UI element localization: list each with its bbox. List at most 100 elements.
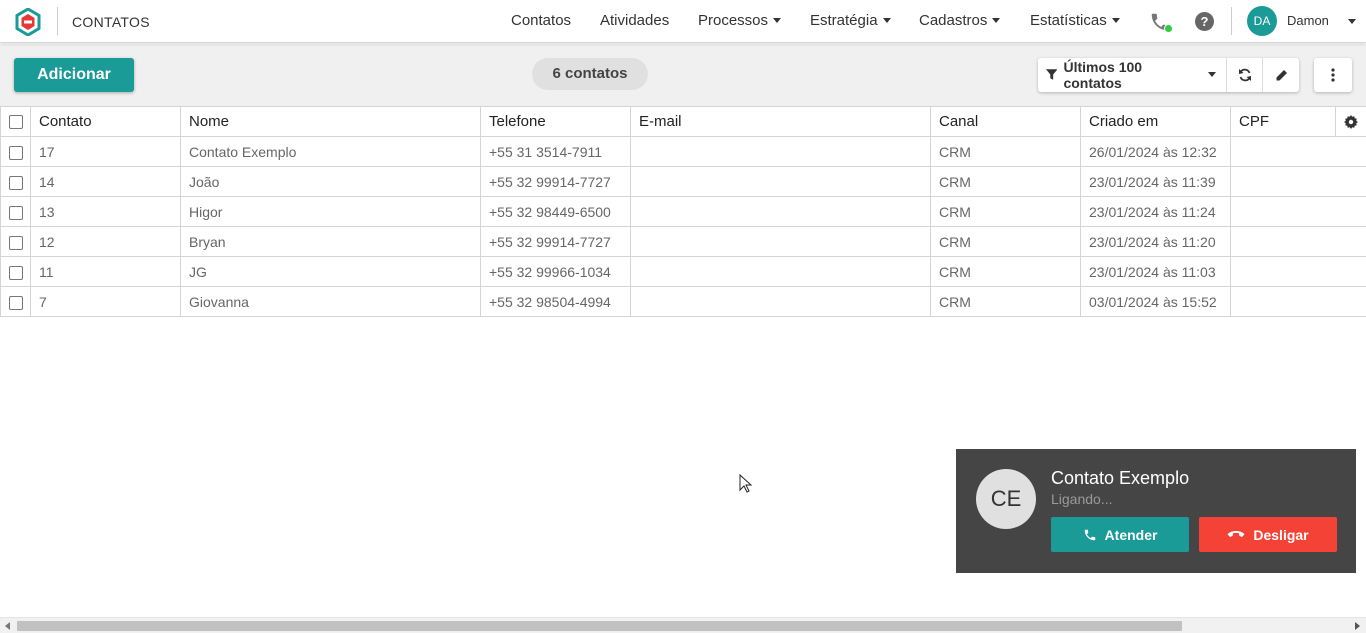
menu-estrategia-label: Estratégia — [810, 12, 878, 29]
hangup-phone-icon — [1228, 530, 1245, 537]
app-logo-icon[interactable] — [14, 8, 42, 36]
caret-down-icon — [773, 17, 782, 23]
add-contact-button[interactable]: Adicionar — [14, 58, 134, 92]
cell-cpf — [1230, 166, 1366, 197]
table-row[interactable]: 12 Bryan +55 32 99914-7727 CRM 23/01/202… — [0, 226, 1366, 257]
cell-contato: 17 — [30, 136, 181, 167]
menu-contatos[interactable]: Contatos — [511, 12, 571, 29]
cell-canal: CRM — [930, 286, 1081, 317]
column-header-cpf[interactable]: CPF — [1230, 106, 1336, 137]
cell-cpf — [1230, 136, 1366, 167]
call-status: Ligando... — [1051, 491, 1113, 507]
cell-contato: 14 — [30, 166, 181, 197]
row-checkbox-cell[interactable] — [0, 226, 31, 257]
cell-contato: 7 — [30, 286, 181, 317]
cell-contato: 13 — [30, 196, 181, 227]
scroll-right-arrow-icon[interactable] — [1355, 622, 1360, 630]
cell-canal: CRM — [930, 256, 1081, 287]
scroll-left-arrow-icon[interactable] — [5, 622, 10, 630]
row-checkbox[interactable] — [8, 265, 23, 280]
gear-icon[interactable] — [1344, 115, 1358, 130]
cell-nome: JG — [180, 256, 481, 287]
cell-canal: CRM — [930, 226, 1081, 257]
table-row[interactable]: 11 JG +55 32 99966-1034 CRM 23/01/2024 à… — [0, 256, 1366, 287]
filter-label: Últimos 100 contatos — [1063, 59, 1143, 91]
row-checkbox-cell[interactable] — [0, 256, 31, 287]
cell-contato: 12 — [30, 226, 181, 257]
filter-button-group: Últimos 100 contatos — [1038, 58, 1299, 92]
cell-email — [630, 256, 931, 287]
edit-button[interactable] — [1263, 58, 1299, 92]
row-checkbox-cell[interactable] — [0, 166, 31, 197]
menu-processos[interactable]: Processos — [698, 12, 782, 29]
menu-cadastros[interactable]: Cadastros — [919, 12, 1001, 29]
cell-nome: Contato Exemplo — [180, 136, 481, 167]
column-header-contato[interactable]: Contato — [30, 106, 181, 137]
toolbar: Adicionar 6 contatos Últimos 100 contato… — [0, 44, 1366, 106]
filter-icon — [1046, 69, 1058, 80]
hangup-call-label: Desligar — [1253, 526, 1309, 543]
select-all-checkbox[interactable] — [8, 115, 23, 130]
cell-telefone: +55 31 3514-7911 — [480, 136, 631, 167]
table-row[interactable]: 13 Higor +55 32 98449-6500 CRM 23/01/202… — [0, 196, 1366, 227]
cell-telefone: +55 32 99914-7727 — [480, 226, 631, 257]
cell-email — [630, 136, 931, 167]
table-row[interactable]: 7 Giovanna +55 32 98504-4994 CRM 03/01/2… — [0, 286, 1366, 317]
column-header-nome[interactable]: Nome — [180, 106, 481, 137]
refresh-button[interactable] — [1227, 58, 1263, 92]
answer-call-button[interactable]: Atender — [1051, 517, 1189, 552]
menu-estatisticas[interactable]: Estatísticas — [1030, 12, 1120, 29]
hangup-call-button[interactable]: Desligar — [1199, 517, 1337, 552]
menu-atividades-label: Atividades — [600, 12, 670, 29]
user-avatar[interactable]: DA — [1247, 6, 1277, 36]
caret-down-icon — [992, 17, 1001, 23]
column-settings-cell[interactable] — [1335, 106, 1366, 137]
more-options-button[interactable] — [1314, 58, 1352, 92]
cell-criado-em: 23/01/2024 às 11:39 — [1080, 166, 1231, 197]
menu-cadastros-label: Cadastros — [919, 12, 988, 29]
user-menu-caret-icon[interactable] — [1348, 19, 1356, 24]
row-checkbox-cell[interactable] — [0, 196, 31, 227]
cell-email — [630, 226, 931, 257]
answer-call-label: Atender — [1104, 526, 1158, 543]
row-checkbox[interactable] — [8, 175, 23, 190]
contact-count-badge: 6 contatos — [532, 58, 648, 90]
caret-down-icon — [1208, 71, 1216, 77]
cell-nome: Giovanna — [180, 286, 481, 317]
column-header-telefone[interactable]: Telefone — [480, 106, 631, 137]
column-header-canal[interactable]: Canal — [930, 106, 1081, 137]
cell-criado-em: 23/01/2024 às 11:24 — [1080, 196, 1231, 227]
row-checkbox-cell[interactable] — [0, 286, 31, 317]
cell-email — [630, 166, 931, 197]
caret-down-icon — [1111, 17, 1120, 23]
table-row[interactable]: 14 João +55 32 99914-7727 CRM 23/01/2024… — [0, 166, 1366, 197]
cell-canal: CRM — [930, 196, 1081, 227]
row-checkbox[interactable] — [8, 205, 23, 220]
menu-estatisticas-label: Estatísticas — [1030, 12, 1107, 29]
column-header-criado-em[interactable]: Criado em — [1080, 106, 1231, 137]
page-title: CONTATOS — [72, 14, 150, 30]
row-checkbox[interactable] — [8, 235, 23, 250]
horizontal-scrollbar[interactable] — [0, 617, 1366, 633]
help-icon[interactable]: ? — [1195, 12, 1214, 31]
table-row[interactable]: 17 Contato Exemplo +55 31 3514-7911 CRM … — [0, 136, 1366, 167]
filter-dropdown[interactable]: Últimos 100 contatos — [1038, 58, 1227, 92]
row-checkbox-cell[interactable] — [0, 136, 31, 167]
online-status-dot — [1164, 24, 1173, 33]
row-checkbox[interactable] — [8, 295, 23, 310]
cell-cpf — [1230, 256, 1366, 287]
scrollbar-thumb[interactable] — [17, 621, 1182, 631]
row-checkbox[interactable] — [8, 145, 23, 160]
menu-atividades[interactable]: Atividades — [600, 12, 669, 29]
user-name[interactable]: Damon — [1287, 13, 1329, 28]
cell-criado-em: 03/01/2024 às 15:52 — [1080, 286, 1231, 317]
cell-email — [630, 196, 931, 227]
column-header-email[interactable]: E-mail — [630, 106, 931, 137]
cell-contato: 11 — [30, 256, 181, 287]
incoming-call-popup: CE Contato Exemplo Ligando... Atender De… — [956, 449, 1356, 573]
cell-telefone: +55 32 98449-6500 — [480, 196, 631, 227]
cell-nome: Higor — [180, 196, 481, 227]
caller-name: Contato Exemplo — [1051, 468, 1190, 488]
menu-estrategia[interactable]: Estratégia — [810, 12, 891, 29]
select-all-cell[interactable] — [0, 106, 31, 137]
